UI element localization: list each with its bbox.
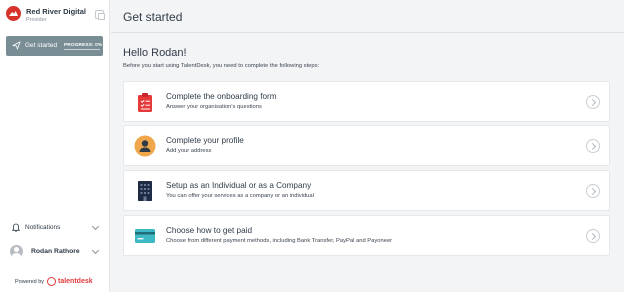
card-icon [135,229,155,243]
step-card-onboarding[interactable]: Complete the onboarding form Answer your… [123,81,610,122]
chevron-right-circle-icon[interactable] [586,184,600,198]
chevron-right-circle-icon[interactable] [586,139,600,153]
chevron-right-circle-icon[interactable] [586,95,600,109]
notifications-toggle[interactable]: Notifications [12,222,100,233]
chevron-down-icon [91,222,100,231]
step-card-profile[interactable]: Complete your profile Add your address [123,125,610,166]
org-header[interactable]: Red River Digital Provider [6,6,106,26]
chevron-right-circle-icon[interactable] [586,229,600,243]
step-title: Complete your profile [166,136,244,145]
org-logo-icon [6,6,21,21]
step-title: Choose how to get paid [166,226,253,235]
page-header: Get started [111,0,624,33]
progress-label: PROGRESS: 0% [64,43,103,48]
org-role: Provider [26,17,47,23]
step-description: Choose from different payment methods, i… [166,238,393,244]
user-name: Rodan Rathore [31,248,80,255]
org-name: Red River Digital [26,7,87,16]
powered-by-label: Powered by [15,279,45,285]
step-description: Add your address [166,148,212,154]
talentdesk-brand: talentdesk [58,278,93,285]
avatar [10,245,23,258]
intro-text: Before you start using TalentDesk, you n… [123,63,320,69]
user-circle-icon [134,135,156,157]
step-description: Answer your organisation's questions [166,104,262,110]
switch-org-icon[interactable] [95,10,105,20]
chevron-down-icon [91,246,100,255]
user-menu[interactable]: Rodan Rathore [10,245,100,259]
step-title: Complete the onboarding form [166,92,277,101]
building-icon [138,181,152,201]
sidebar-item-get-started[interactable]: Get started PROGRESS: 0% [6,36,103,56]
step-card-payment[interactable]: Choose how to get paid Choose from diffe… [123,215,610,256]
notifications-label: Notifications [25,224,61,231]
bell-icon [12,223,20,232]
paper-plane-icon [12,41,21,50]
greeting: Hello Rodan! [123,47,187,59]
clipboard-icon [138,93,152,112]
step-title: Setup as an Individual or as a Company [166,181,312,190]
sidebar-item-label: Get started [25,42,58,49]
step-description: You can offer your services as a company… [166,193,314,199]
step-card-entity-setup[interactable]: Setup as an Individual or as a Company Y… [123,170,610,211]
sidebar: Red River Digital Provider Get started P… [0,0,110,292]
talentdesk-logo-icon [47,277,56,286]
page-title: Get started [123,10,183,24]
progress-bar [64,49,100,50]
